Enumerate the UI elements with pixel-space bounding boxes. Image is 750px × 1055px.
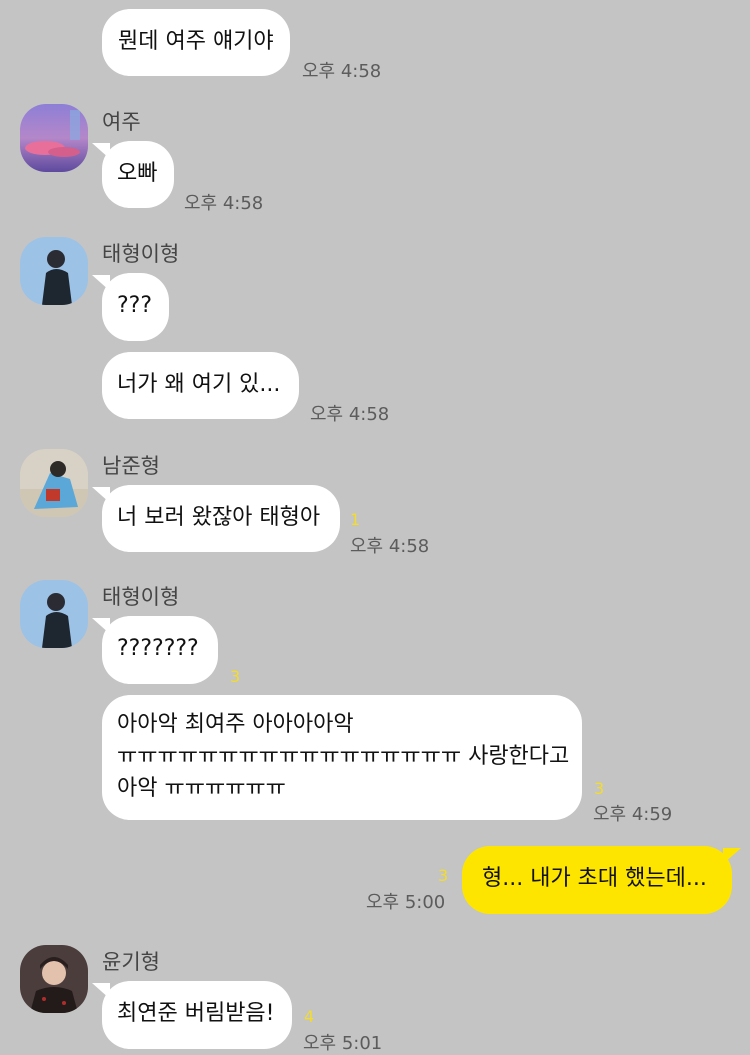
person-photo-avatar[interactable] — [20, 237, 88, 305]
message-text: 너 보러 왔잖아 태형아 — [117, 505, 321, 530]
message-bubble[interactable]: 너가 왜 여기 있... — [102, 352, 299, 419]
message-text: 오빠 — [117, 161, 158, 186]
message-bubble[interactable]: 최연준 버림받음! — [92, 981, 292, 1049]
person-photo-avatar[interactable] — [20, 580, 88, 648]
unread-count: 3 — [594, 779, 605, 798]
message-time: 오후 4:58 — [302, 61, 382, 82]
my-message-bubble[interactable]: 형... 내가 초대 했는데... — [462, 846, 741, 914]
message-time: 오후 4:58 — [350, 536, 430, 557]
message-bubble[interactable]: ??????? — [92, 616, 218, 684]
person-photo-avatar[interactable] — [20, 945, 88, 1013]
message-text: 최연준 버림받음! — [117, 1001, 275, 1026]
unread-count: 4 — [304, 1007, 315, 1026]
sky-photo-avatar[interactable] — [20, 104, 88, 172]
message-text: ??? — [117, 293, 153, 318]
message-time: 오후 5:01 — [303, 1033, 383, 1054]
message-bubble[interactable]: 아아악 최여주 아아아아악 ㅠㅠㅠㅠㅠㅠㅠㅠㅠㅠㅠㅠㅠㅠㅠㅠㅠ 사랑한다고 아악… — [102, 695, 582, 820]
sender-name: 태형이형 — [102, 585, 180, 609]
sender-name: 남준형 — [102, 454, 160, 478]
message-time: 오후 4:58 — [184, 193, 264, 214]
message-text: 뭔데 여주 얘기야 — [118, 29, 274, 54]
message-time: 오후 4:59 — [593, 804, 673, 825]
message-bubble[interactable]: 뭔데 여주 얘기야 — [102, 9, 290, 76]
message-text: ??????? — [117, 636, 199, 661]
person-photo-avatar[interactable] — [20, 449, 88, 517]
sender-name: 태형이형 — [102, 242, 180, 266]
message-bubble[interactable]: ??? — [92, 273, 169, 341]
message-bubble[interactable]: 오빠 — [92, 141, 174, 208]
message-text: 형... 내가 초대 했는데... — [482, 866, 707, 891]
unread-count: 1 — [350, 510, 361, 529]
sender-name: 여주 — [102, 110, 141, 134]
message-time: 오후 5:00 — [366, 892, 446, 913]
message-text-line: 아아악 최여주 아아아아악 — [117, 712, 354, 737]
message-time: 오후 4:58 — [310, 404, 390, 425]
message-text-line: ㅠㅠㅠㅠㅠㅠㅠㅠㅠㅠㅠㅠㅠㅠㅠㅠㅠ 사랑한다고 — [117, 744, 570, 769]
unread-count: 3 — [438, 866, 449, 885]
unread-count: 3 — [230, 667, 241, 686]
message-text: 너가 왜 여기 있... — [117, 372, 281, 397]
sender-name: 윤기형 — [102, 950, 160, 974]
message-text-line: 아악 ㅠㅠㅠㅠㅠㅠ — [117, 776, 286, 801]
message-bubble[interactable]: 너 보러 왔잖아 태형아 — [92, 485, 340, 552]
